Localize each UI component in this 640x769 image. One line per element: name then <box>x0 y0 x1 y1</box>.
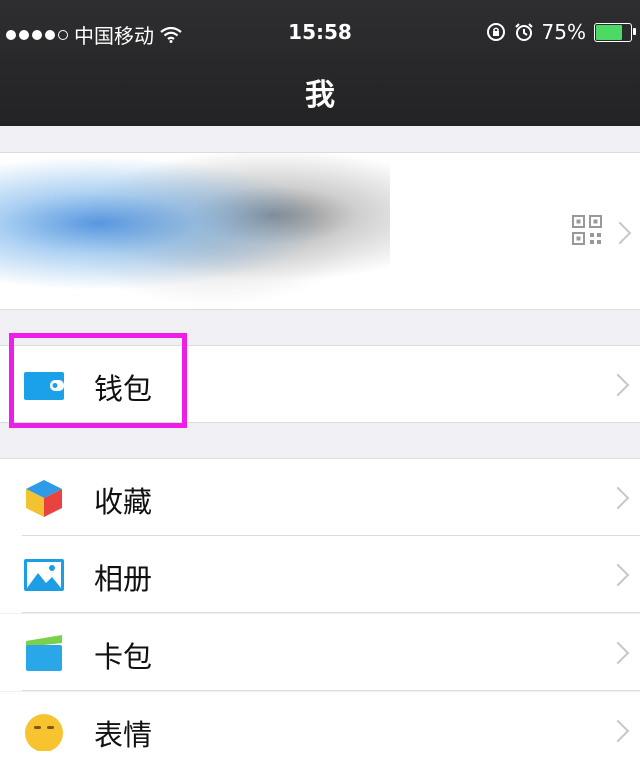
menu-item-favorites[interactable]: 收藏 <box>0 458 640 536</box>
battery-level-fill <box>596 24 622 40</box>
chevron-right-icon <box>606 641 630 665</box>
page-title: 我 <box>305 78 335 113</box>
highlight-box <box>9 333 187 428</box>
divider <box>22 690 640 691</box>
menu-item-emoji[interactable]: 表情 <box>0 692 640 769</box>
chevron-right-icon <box>606 486 630 510</box>
battery-percent: 75% <box>541 20 586 44</box>
card-icon <box>26 635 62 671</box>
alarm-icon <box>514 23 533 41</box>
photo-icon <box>24 559 64 591</box>
chevron-right-icon <box>606 719 630 743</box>
menu-item-label: 卡包 <box>94 640 153 674</box>
profile-avatar-obscured <box>0 153 390 309</box>
menu-item-cards[interactable]: 卡包 <box>0 614 640 691</box>
profile-card[interactable] <box>0 152 640 310</box>
cube-icon <box>26 480 62 517</box>
menu-item-album[interactable]: 相册 <box>0 536 640 613</box>
qr-code-icon[interactable] <box>572 215 602 245</box>
chevron-right-icon <box>606 373 630 397</box>
menu-item-label: 相册 <box>94 562 153 596</box>
chevron-right-icon <box>606 563 630 587</box>
status-right: 75% <box>486 20 636 44</box>
top-bar: 中国移动 15:58 75% 我 <box>0 0 640 126</box>
rotation-lock-icon <box>486 23 505 41</box>
divider <box>22 612 640 613</box>
menu-item-label: 表情 <box>94 718 153 752</box>
menu-item-label: 收藏 <box>94 485 153 519</box>
emoji-icon <box>25 714 63 751</box>
chevron-right-icon <box>608 221 632 245</box>
battery-icon <box>594 22 636 42</box>
status-bar: 中国移动 15:58 75% <box>0 12 640 52</box>
